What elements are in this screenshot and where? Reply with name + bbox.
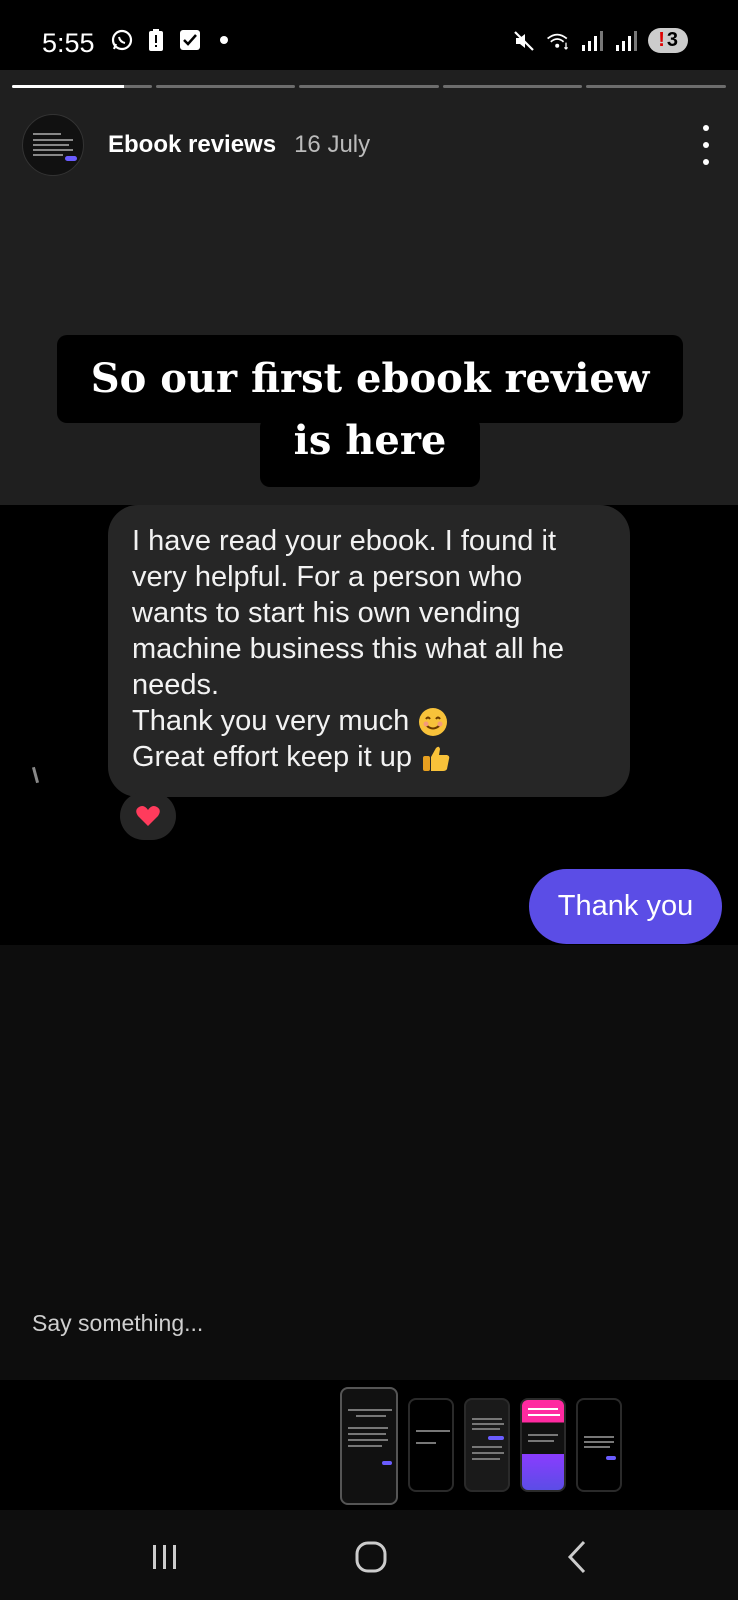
story-viewer[interactable]: Ebook reviews 16 July So our first ebook…: [0, 70, 738, 1380]
reaction-badge: [120, 792, 176, 840]
recents-icon: [153, 1545, 176, 1569]
home-icon: [355, 1541, 387, 1573]
story-progress: [12, 85, 726, 88]
mute-icon: [512, 29, 536, 53]
status-icons-left: [110, 28, 236, 52]
story-thumbnail[interactable]: [520, 1398, 566, 1492]
signal-icon-2: [614, 29, 638, 53]
story-thumbnail[interactable]: [464, 1398, 510, 1492]
back-icon: [567, 1540, 586, 1574]
whatsapp-icon: [110, 28, 134, 52]
signal-icon: [580, 29, 604, 53]
status-icons-right: ! 3: [512, 28, 688, 53]
more-dot-icon: [703, 159, 709, 165]
reply-bubble: Thank you: [529, 869, 722, 944]
message-line: Thank you very much: [132, 705, 410, 737]
checkbox-icon: [178, 28, 202, 52]
progress-segment: [299, 85, 439, 88]
recents-button[interactable]: [140, 1534, 190, 1580]
wifi-icon: [546, 29, 570, 53]
story-caption: So our first ebook review is here: [45, 335, 695, 487]
progress-segment: [12, 85, 152, 88]
story-thumbnails: [0, 1380, 738, 1510]
progress-segment: [586, 85, 726, 88]
message-bubble: I have read your ebook. I found it very …: [108, 505, 630, 797]
thumbs-up-emoji-icon: [420, 742, 452, 774]
battery-alert-icon: [144, 28, 168, 52]
more-dot-icon: [703, 125, 709, 131]
post-date: 16 July: [294, 131, 371, 158]
message-line: very helpful. For a person who: [132, 561, 523, 593]
story-thumbnail[interactable]: [576, 1398, 622, 1492]
progress-segment: [442, 85, 583, 88]
progress-segment: [155, 85, 296, 88]
message-line: Great effort keep it up: [132, 741, 412, 773]
story-thumbnail[interactable]: [408, 1398, 454, 1492]
status-bar: 5:55 ! 3: [0, 0, 738, 70]
dot-icon: [212, 28, 236, 52]
caption-line-1: So our first ebook review: [56, 335, 684, 423]
message-line: wants to start his own vending: [132, 597, 521, 629]
system-nav-bar: [0, 1510, 738, 1600]
message-line: needs.: [132, 669, 220, 701]
caption-line-2: is here: [259, 417, 481, 487]
status-time: 5:55: [42, 28, 95, 58]
story-header: Ebook reviews 16 July: [22, 114, 716, 176]
notification-badge: ! 3: [648, 28, 688, 53]
message-line: I have read your ebook. I found it: [132, 525, 556, 557]
heart-icon: [136, 806, 160, 826]
story-thumbnail[interactable]: [340, 1387, 398, 1505]
account-name[interactable]: Ebook reviews: [108, 131, 276, 159]
home-button[interactable]: [346, 1534, 396, 1580]
smiling-face-emoji-icon: [417, 706, 449, 738]
more-dot-icon: [703, 142, 709, 148]
message-line: machine business this what all he: [132, 633, 565, 665]
reply-input[interactable]: Say something...: [32, 1310, 203, 1337]
more-options-button[interactable]: [696, 125, 716, 165]
back-button[interactable]: [552, 1534, 602, 1580]
avatar[interactable]: [22, 114, 84, 176]
